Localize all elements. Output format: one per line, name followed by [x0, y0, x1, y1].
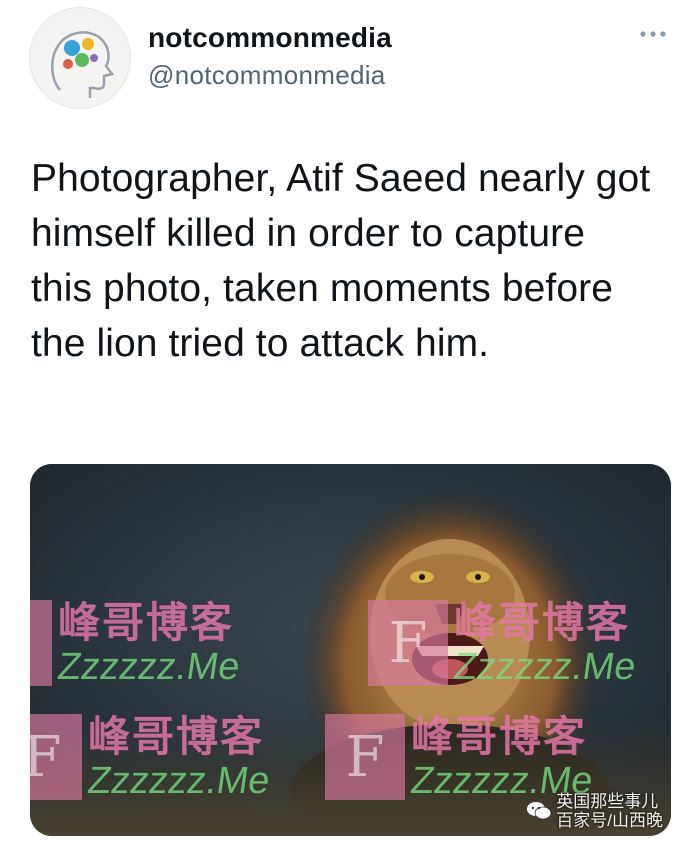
- source-credit: 英国那些事儿 百家号/山西晚: [526, 792, 663, 830]
- tweet-photo[interactable]: F 峰哥博客 Zzzzzz.Me F 峰哥博客 Zzzzzz.Me F 峰哥博客…: [30, 464, 671, 836]
- wechat-icon: [527, 802, 552, 820]
- tweet-text: Photographer, Atif Saeed nearly got hims…: [31, 157, 651, 365]
- source-line-2: 百家号/山西晚: [556, 811, 663, 830]
- display-name[interactable]: notcommonmedia: [148, 22, 392, 54]
- tweet-card: notcommonmedia @notcommonmedia Photograp…: [0, 0, 700, 843]
- more-options-icon[interactable]: [636, 24, 670, 44]
- head-with-gears-icon: [30, 8, 130, 108]
- source-line-1: 英国那些事儿: [556, 792, 659, 811]
- user-handle[interactable]: @notcommonmedia: [148, 60, 386, 91]
- lion-photo: [30, 464, 671, 836]
- avatar[interactable]: [29, 7, 131, 109]
